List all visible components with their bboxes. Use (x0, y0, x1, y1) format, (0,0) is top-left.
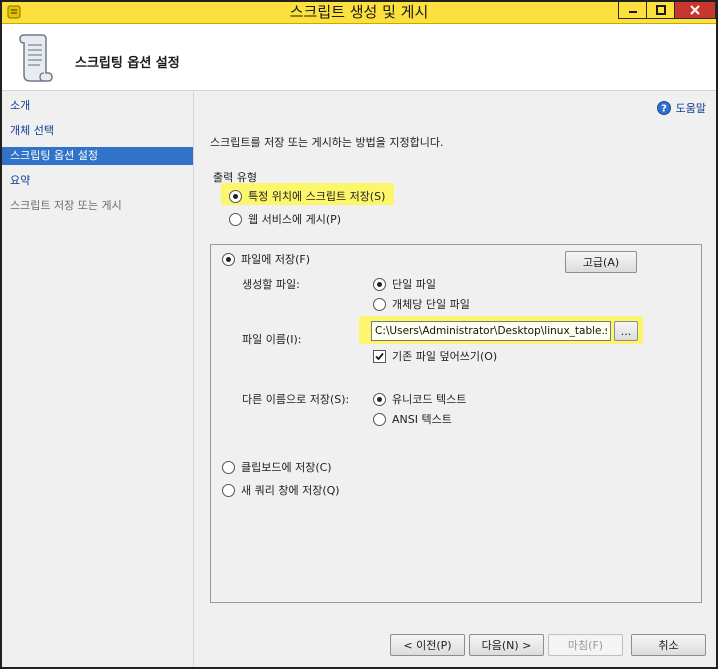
radio-indicator (222, 483, 235, 497)
page-description: 스크립트를 저장 또는 게시하는 방법을 지정합니다. (210, 136, 444, 149)
radio-publish-web-service[interactable]: 웹 서비스에 게시(P) (229, 211, 341, 227)
radio-indicator (373, 277, 386, 291)
radio-indicator (229, 189, 242, 203)
nav-item-scripting-options[interactable]: 스크립팅 옵션 설정 (2, 147, 193, 165)
radio-label: 파일에 저장(F) (241, 253, 311, 266)
radio-label: 클립보드에 저장(C) (241, 461, 332, 474)
checkbox-overwrite[interactable]: 기존 파일 덮어쓰기(O) (373, 348, 497, 364)
wizard-content: ? 도움말 스크립트를 저장 또는 게시하는 방법을 지정합니다. 출력 유형 … (195, 92, 716, 667)
previous-button[interactable]: < 이전(P) (390, 634, 465, 656)
radio-indicator (373, 412, 386, 426)
save-as-label: 다른 이름으로 저장(S): (242, 393, 350, 406)
radio-label: 특정 위치에 스크립트 저장(S) (248, 190, 386, 203)
radio-label: 새 쿼리 창에 저장(Q) (241, 484, 340, 497)
radio-indicator (373, 297, 386, 311)
files-to-generate-label: 생성할 파일: (242, 278, 300, 291)
browse-button[interactable]: ... (614, 321, 638, 341)
next-button[interactable]: 다음(N) > (469, 634, 544, 656)
help-icon: ? (656, 101, 671, 115)
help-label: 도움말 (675, 102, 706, 115)
radio-label: 개체당 단일 파일 (392, 298, 470, 311)
page-title: 스크립팅 옵션 설정 (75, 56, 180, 71)
radio-indicator (373, 392, 386, 406)
wizard-steps-nav: 소개 개체 선택 스크립팅 옵션 설정 요약 스크립트 저장 또는 게시 (2, 92, 194, 667)
maximize-icon (655, 5, 666, 15)
file-name-label: 파일 이름(I): (242, 333, 302, 346)
svg-text:?: ? (661, 104, 667, 115)
file-name-input[interactable] (371, 321, 611, 341)
radio-label: 웹 서비스에 게시(P) (248, 213, 342, 226)
nav-item-intro[interactable]: 소개 (2, 97, 193, 115)
script-scroll-icon (19, 34, 53, 82)
save-options-panel: 파일에 저장(F) 고급(A) 생성할 파일: 단일 파일 개체당 단일 파일 … (210, 244, 702, 603)
radio-save-to-location[interactable]: 특정 위치에 스크립트 저장(S) (229, 188, 385, 204)
window-title: 스크립트 생성 및 게시 (289, 3, 429, 21)
radio-single-file[interactable]: 단일 파일 (373, 276, 436, 292)
minimize-icon (628, 11, 637, 13)
title-bar[interactable]: 스크립트 생성 및 게시 (2, 2, 716, 24)
radio-label: 유니코드 텍스트 (392, 393, 467, 406)
checkbox-indicator (373, 349, 386, 363)
nav-item-choose-objects[interactable]: 개체 선택 (2, 122, 193, 140)
radio-save-to-clipboard[interactable]: 클립보드에 저장(C) (222, 459, 332, 475)
cancel-button[interactable]: 취소 (631, 634, 706, 656)
radio-label: 단일 파일 (392, 278, 436, 291)
radio-unicode-text[interactable]: 유니코드 텍스트 (373, 391, 466, 407)
wizard-header: 스크립팅 옵션 설정 (2, 24, 716, 91)
maximize-button[interactable] (646, 2, 674, 19)
radio-file-per-object[interactable]: 개체당 단일 파일 (373, 296, 470, 312)
wizard-window: 스크립트 생성 및 게시 스크립팅 옵션 설정 소개 개체 선택 스크립팅 옵션… (0, 0, 718, 669)
radio-save-to-file[interactable]: 파일에 저장(F) (222, 251, 310, 267)
radio-indicator (222, 252, 235, 266)
checkmark-icon (375, 352, 384, 360)
finish-button: 마침(F) (548, 634, 623, 656)
radio-ansi-text[interactable]: ANSI 텍스트 (373, 411, 452, 427)
radio-indicator (222, 460, 235, 474)
radio-label: ANSI 텍스트 (392, 413, 452, 426)
advanced-button[interactable]: 고급(A) (565, 251, 637, 273)
minimize-button[interactable] (618, 2, 646, 19)
radio-save-to-new-query-window[interactable]: 새 쿼리 창에 저장(Q) (222, 482, 340, 498)
checkbox-label: 기존 파일 덮어쓰기(O) (392, 350, 498, 363)
radio-indicator (229, 212, 242, 226)
close-icon (690, 5, 700, 15)
nav-item-save-or-publish: 스크립트 저장 또는 게시 (10, 199, 122, 212)
help-link[interactable]: ? 도움말 (656, 100, 706, 116)
nav-item-summary[interactable]: 요약 (2, 172, 193, 190)
close-button[interactable] (674, 2, 716, 19)
